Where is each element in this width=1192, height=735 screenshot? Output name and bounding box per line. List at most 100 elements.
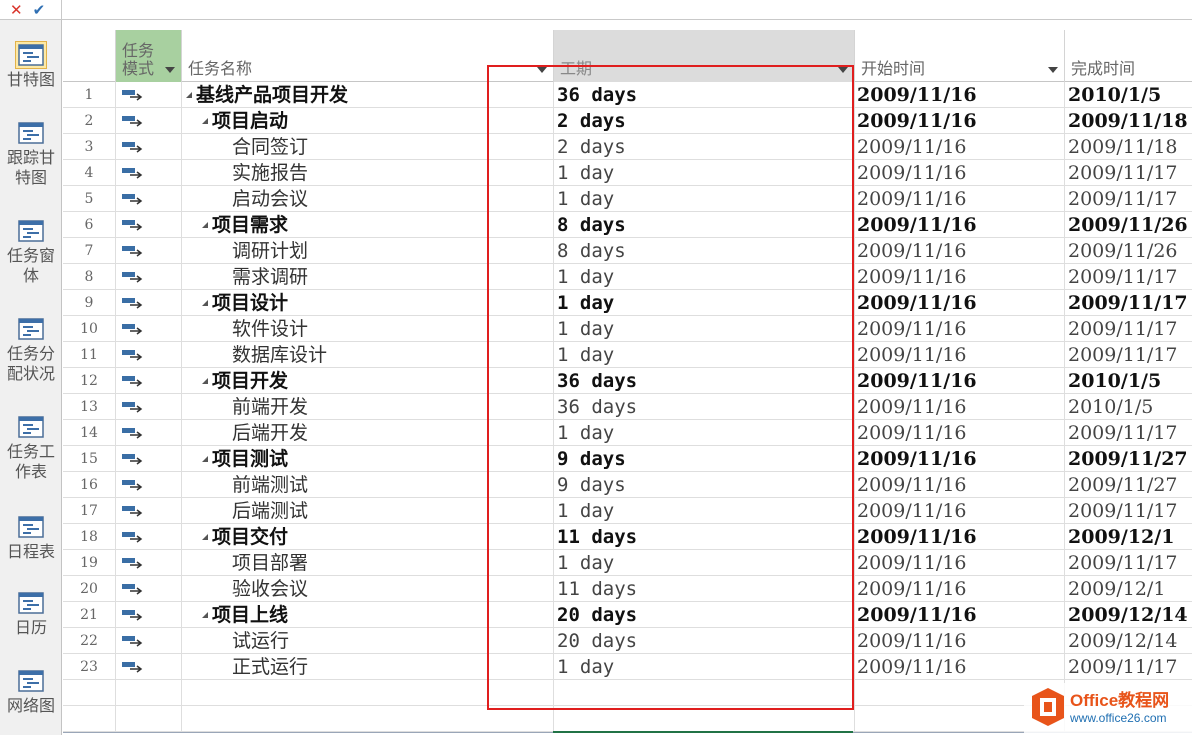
row-number[interactable]: 4 (63, 160, 116, 186)
row-number[interactable]: 9 (63, 290, 116, 316)
row-number[interactable]: 13 (63, 394, 116, 420)
view-tracking-gantt[interactable]: 跟踪甘特图 (0, 120, 62, 188)
task-mode-cell[interactable] (116, 264, 182, 290)
task-mode-cell[interactable] (116, 654, 182, 680)
view-task-sheet[interactable]: 任务工作表 (0, 414, 62, 482)
row-number[interactable]: 20 (63, 576, 116, 602)
task-mode-cell[interactable] (116, 160, 182, 186)
empty-cell[interactable] (63, 680, 116, 706)
collapse-triangle-icon[interactable] (202, 118, 208, 124)
collapse-triangle-icon[interactable] (202, 456, 208, 462)
row-number[interactable]: 17 (63, 498, 116, 524)
finish-cell[interactable]: 2009/11/17 (1065, 160, 1192, 186)
task-mode-cell[interactable] (116, 186, 182, 212)
finish-cell[interactable]: 2009/11/27 (1065, 472, 1192, 498)
start-cell[interactable]: 2009/11/16 (855, 134, 1065, 160)
row-number[interactable]: 16 (63, 472, 116, 498)
task-mode-cell[interactable] (116, 394, 182, 420)
task-mode-cell[interactable] (116, 342, 182, 368)
row-number[interactable]: 11 (63, 342, 116, 368)
task-mode-cell[interactable] (116, 290, 182, 316)
finish-cell[interactable]: 2009/11/27 (1065, 446, 1192, 472)
cancel-entry-icon[interactable]: ✕ (10, 2, 23, 18)
task-mode-cell[interactable] (116, 316, 182, 342)
view-network-diagram[interactable]: 网络图 (0, 668, 62, 716)
finish-cell[interactable]: 2010/1/5 (1065, 82, 1192, 108)
start-cell[interactable]: 2009/11/16 (855, 186, 1065, 212)
task-mode-cell[interactable] (116, 420, 182, 446)
row-number[interactable]: 22 (63, 628, 116, 654)
empty-cell[interactable] (63, 706, 116, 732)
view-gantt-chart[interactable]: 甘特图 (0, 41, 62, 90)
start-cell[interactable]: 2009/11/16 (855, 290, 1065, 316)
collapse-triangle-icon[interactable] (202, 534, 208, 540)
finish-cell[interactable]: 2009/11/17 (1065, 186, 1192, 212)
empty-cell[interactable] (116, 680, 182, 706)
start-cell[interactable]: 2009/11/16 (855, 654, 1065, 680)
row-number[interactable]: 5 (63, 186, 116, 212)
finish-cell[interactable]: 2009/11/26 (1065, 238, 1192, 264)
finish-cell[interactable]: 2009/11/17 (1065, 342, 1192, 368)
finish-cell[interactable]: 2009/11/17 (1065, 264, 1192, 290)
finish-cell[interactable]: 2009/11/26 (1065, 212, 1192, 238)
row-number[interactable]: 15 (63, 446, 116, 472)
column-header-task-mode[interactable]: 任务模式 (116, 30, 182, 82)
row-number[interactable]: 23 (63, 654, 116, 680)
task-mode-cell[interactable] (116, 472, 182, 498)
row-number-header[interactable] (63, 30, 116, 82)
view-task-usage[interactable]: 任务分配状况 (0, 316, 62, 384)
task-mode-cell[interactable] (116, 108, 182, 134)
row-number[interactable]: 1 (63, 82, 116, 108)
row-number[interactable]: 7 (63, 238, 116, 264)
finish-cell[interactable]: 2009/12/14 (1065, 628, 1192, 654)
finish-cell[interactable]: 2009/12/1 (1065, 524, 1192, 550)
empty-cell[interactable] (116, 706, 182, 732)
view-calendar[interactable]: 日历 (0, 590, 62, 638)
row-number[interactable]: 2 (63, 108, 116, 134)
dropdown-arrow-icon[interactable] (165, 67, 175, 73)
start-cell[interactable]: 2009/11/16 (855, 342, 1065, 368)
finish-cell[interactable]: 2009/11/17 (1065, 420, 1192, 446)
start-cell[interactable]: 2009/11/16 (855, 108, 1065, 134)
finish-cell[interactable]: 2009/11/17 (1065, 316, 1192, 342)
task-mode-cell[interactable] (116, 602, 182, 628)
collapse-triangle-icon[interactable] (202, 222, 208, 228)
task-mode-cell[interactable] (116, 238, 182, 264)
start-cell[interactable]: 2009/11/16 (855, 212, 1065, 238)
finish-cell[interactable]: 2009/11/18 (1065, 108, 1192, 134)
column-header-finish[interactable]: 完成时间 (1065, 30, 1192, 82)
task-mode-cell[interactable] (116, 446, 182, 472)
start-cell[interactable]: 2009/11/16 (855, 394, 1065, 420)
start-cell[interactable]: 2009/11/16 (855, 420, 1065, 446)
collapse-triangle-icon[interactable] (202, 612, 208, 618)
row-number[interactable]: 14 (63, 420, 116, 446)
start-cell[interactable]: 2009/11/16 (855, 446, 1065, 472)
collapse-triangle-icon[interactable] (202, 300, 208, 306)
task-mode-cell[interactable] (116, 82, 182, 108)
finish-cell[interactable]: 2010/1/5 (1065, 394, 1192, 420)
start-cell[interactable]: 2009/11/16 (855, 82, 1065, 108)
row-number[interactable]: 12 (63, 368, 116, 394)
task-mode-cell[interactable] (116, 134, 182, 160)
finish-cell[interactable]: 2009/11/17 (1065, 498, 1192, 524)
start-cell[interactable]: 2009/11/16 (855, 576, 1065, 602)
collapse-triangle-icon[interactable] (202, 378, 208, 384)
task-mode-cell[interactable] (116, 628, 182, 654)
row-number[interactable]: 10 (63, 316, 116, 342)
start-cell[interactable]: 2009/11/16 (855, 264, 1065, 290)
task-mode-cell[interactable] (116, 498, 182, 524)
row-number[interactable]: 8 (63, 264, 116, 290)
finish-cell[interactable]: 2009/11/18 (1065, 134, 1192, 160)
row-number[interactable]: 18 (63, 524, 116, 550)
row-number[interactable]: 6 (63, 212, 116, 238)
start-cell[interactable]: 2009/11/16 (855, 524, 1065, 550)
start-cell[interactable]: 2009/11/16 (855, 316, 1065, 342)
start-cell[interactable]: 2009/11/16 (855, 472, 1065, 498)
task-mode-cell[interactable] (116, 524, 182, 550)
view-task-form[interactable]: 任务窗体 (0, 218, 62, 286)
task-mode-cell[interactable] (116, 576, 182, 602)
dropdown-arrow-icon[interactable] (1048, 67, 1058, 73)
start-cell[interactable]: 2009/11/16 (855, 238, 1065, 264)
row-number[interactable]: 3 (63, 134, 116, 160)
start-cell[interactable]: 2009/11/16 (855, 602, 1065, 628)
